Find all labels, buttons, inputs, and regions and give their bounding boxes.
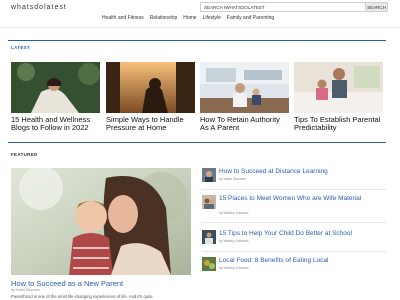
latest-card-image[interactable] xyxy=(11,62,100,113)
featured-main-title[interactable]: How to Succeed as a New Parent xyxy=(11,279,123,288)
side-divider xyxy=(202,251,386,252)
latest-card-title[interactable]: 15 Health and Wellness Blogs to Follow i… xyxy=(11,116,100,131)
latest-card-title[interactable]: Tips To Establish Parental Predictabilit… xyxy=(294,116,383,131)
side-item-title[interactable]: 15 Tips to Help Your Child Do Better at … xyxy=(219,230,387,237)
latest-card[interactable]: How To Retain Authority As A Parent xyxy=(200,62,289,131)
side-item-byline: by Wesley Johnson xyxy=(219,266,249,270)
latest-section-bar xyxy=(8,40,386,41)
side-item-byline: by Wesley Johnson xyxy=(219,239,249,243)
side-item-title[interactable]: 15 Places to Meet Women Who are Wife Mat… xyxy=(219,195,387,202)
latest-card[interactable]: Simple Ways to Handle Pressure at Home xyxy=(106,62,195,131)
latest-section-label: LATEST xyxy=(11,45,30,50)
nav-item-home[interactable]: Home xyxy=(183,15,196,21)
nav-item-relationship[interactable]: Relationship xyxy=(150,15,178,21)
latest-card[interactable]: 15 Health and Wellness Blogs to Follow i… xyxy=(11,62,100,131)
side-item-thumb[interactable] xyxy=(202,257,216,271)
header-divider xyxy=(0,27,400,28)
featured-main-image[interactable] xyxy=(11,168,191,275)
side-item-thumb[interactable] xyxy=(202,230,216,244)
nav-item-family[interactable]: Family and Parenting xyxy=(227,15,274,21)
side-item-thumb[interactable] xyxy=(202,195,216,209)
side-divider xyxy=(202,222,386,223)
search-button[interactable]: SEARCH xyxy=(365,3,387,11)
featured-main-excerpt: Parenthood is one of the most life-chang… xyxy=(11,294,153,299)
featured-side-item[interactable]: Local Food: 8 Benefits of Eating Local b… xyxy=(202,257,386,281)
side-item-title[interactable]: Local Food: 8 Benefits of Eating Local xyxy=(219,257,387,264)
latest-card[interactable]: Tips To Establish Parental Predictabilit… xyxy=(294,62,383,131)
side-divider xyxy=(202,189,386,190)
latest-card-title[interactable]: How To Retain Authority As A Parent xyxy=(200,116,289,131)
site-logo[interactable]: whatsdolatest xyxy=(11,4,67,11)
side-item-byline: by Violet Dhuxson xyxy=(219,177,247,181)
featured-side-item[interactable]: 15 Places to Meet Women Who are Wife Mat… xyxy=(202,195,386,219)
main-nav: Health and Fitness Relationship Home Lif… xyxy=(102,15,274,21)
nav-item-lifestyle[interactable]: Lifestyle xyxy=(203,15,221,21)
search-bar: SEARCH xyxy=(200,2,388,12)
side-item-thumb[interactable] xyxy=(202,168,216,182)
latest-card-title[interactable]: Simple Ways to Handle Pressure at Home xyxy=(106,116,195,131)
nav-item-health[interactable]: Health and Fitness xyxy=(102,15,144,21)
latest-card-image[interactable] xyxy=(294,62,383,113)
latest-card-image[interactable] xyxy=(106,62,195,113)
side-item-byline: by Wesley Johnson xyxy=(219,211,249,215)
latest-card-image[interactable] xyxy=(200,62,289,113)
side-item-title[interactable]: How to Succeed at Distance Learning xyxy=(219,168,387,175)
featured-main-byline: by Violet Dhuxson xyxy=(11,288,40,292)
featured-section-bar xyxy=(8,142,386,143)
featured-section-label: FEATURED xyxy=(11,152,38,157)
search-input[interactable] xyxy=(201,3,365,11)
